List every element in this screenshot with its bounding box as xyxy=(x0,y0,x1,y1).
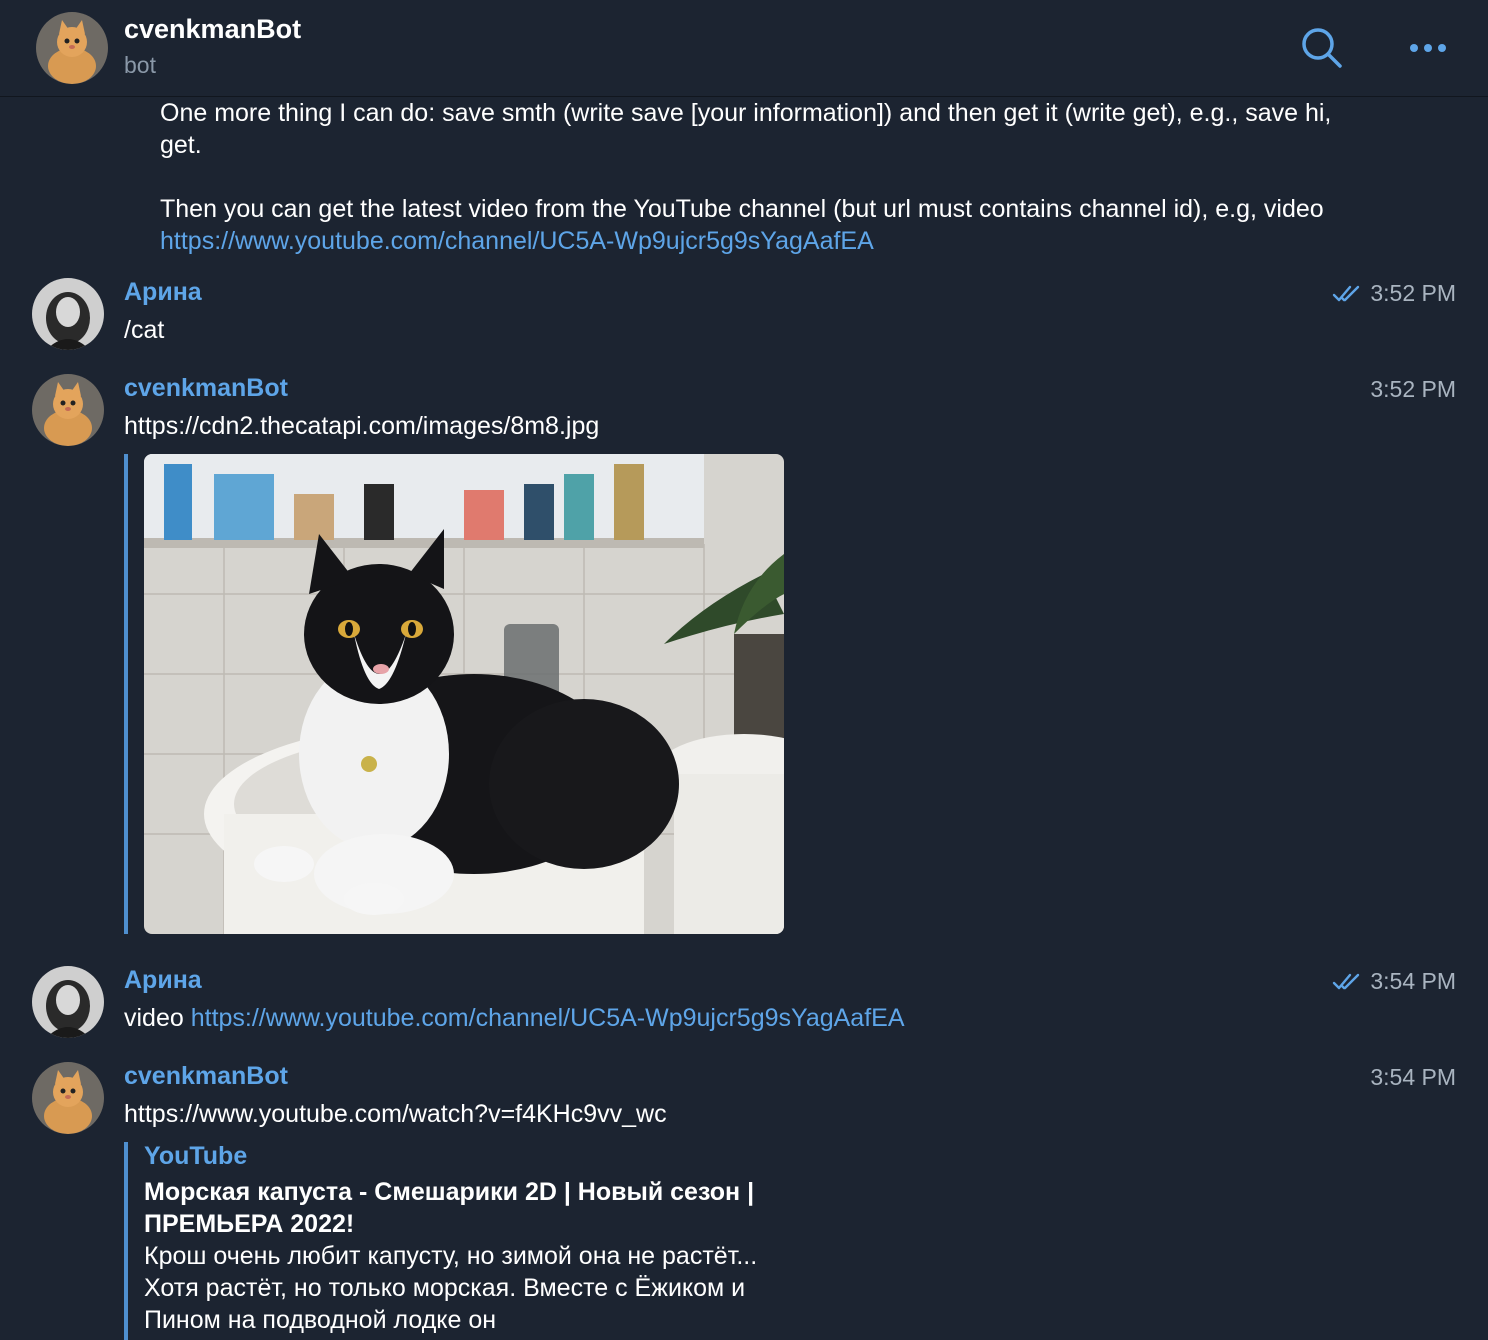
intro-channel-link[interactable]: https://www.youtube.com/channel/UC5A-Wp9… xyxy=(160,227,874,255)
user-avatar[interactable] xyxy=(32,966,104,1038)
cat-photo[interactable] xyxy=(144,454,784,934)
message-meta: 3:54 PM xyxy=(1332,968,1456,995)
message-meta: 3:54 PM xyxy=(1370,1064,1456,1091)
intro-line-1: One more thing I can do: save smth (writ… xyxy=(160,99,1332,159)
message-item[interactable]: Арина 3:52 PM /cat xyxy=(0,278,1488,350)
message-item[interactable]: Арина 3:54 PM video https://www.youtube.… xyxy=(0,966,1488,1038)
sender-name[interactable]: Арина xyxy=(124,966,202,995)
message-time: 3:54 PM xyxy=(1370,968,1456,994)
message-text: video https://www.youtube.com/channel/UC… xyxy=(124,1004,905,1032)
search-button[interactable] xyxy=(1296,22,1348,74)
command-link[interactable]: /cat xyxy=(124,314,164,346)
chat-title[interactable]: cvenkmanBot xyxy=(124,14,301,45)
double-check-icon xyxy=(1333,973,1360,989)
message-time: 3:54 PM xyxy=(1370,1064,1456,1090)
link-preview[interactable] xyxy=(124,454,788,934)
bot-intro-text: One more thing I can do: save smth (writ… xyxy=(160,97,1360,257)
bot-avatar[interactable] xyxy=(36,12,108,84)
message-item[interactable]: cvenkmanBot 3:54 PM https://www.youtube.… xyxy=(0,1062,1488,1340)
sender-name[interactable]: Арина xyxy=(124,278,202,307)
preview-site-name: YouTube xyxy=(144,1142,248,1170)
more-options-button[interactable] xyxy=(1402,22,1454,74)
message-item[interactable]: cvenkmanBot 3:52 PM https://cdn2.thecata… xyxy=(0,374,1488,944)
message-meta: 3:52 PM xyxy=(1370,376,1456,403)
video-link[interactable]: https://www.youtube.com/watch?v=f4KHc9vv… xyxy=(124,1098,667,1130)
chat-subtitle: bot xyxy=(124,52,156,78)
message-time: 3:52 PM xyxy=(1370,376,1456,402)
youtube-preview[interactable]: YouTube Морская капуста - Смешарики 2D |… xyxy=(124,1142,808,1340)
sender-name[interactable]: cvenkmanBot xyxy=(124,1062,288,1091)
message-list[interactable]: One more thing I can do: save smth (writ… xyxy=(0,97,1488,1340)
more-icon xyxy=(1410,44,1446,52)
double-check-icon xyxy=(1333,285,1360,301)
preview-description: Крош очень любит капусту, но зимой она н… xyxy=(144,1242,758,1334)
search-icon xyxy=(1302,28,1342,68)
image-link[interactable]: https://cdn2.thecatapi.com/images/8m8.jp… xyxy=(124,410,599,442)
bot-avatar[interactable] xyxy=(32,1062,104,1134)
intro-line-2: Then you can get the latest video from t… xyxy=(160,195,1324,255)
chat-header: cvenkmanBot bot xyxy=(0,0,1488,97)
sender-name[interactable]: cvenkmanBot xyxy=(124,374,288,403)
channel-link[interactable]: https://www.youtube.com/channel/UC5A-Wp9… xyxy=(191,1004,905,1032)
message-meta: 3:52 PM xyxy=(1332,280,1456,307)
preview-title: Морская капуста - Смешарики 2D | Новый с… xyxy=(144,1178,755,1238)
bot-avatar[interactable] xyxy=(32,374,104,446)
message-time: 3:52 PM xyxy=(1370,280,1456,306)
user-avatar[interactable] xyxy=(32,278,104,350)
